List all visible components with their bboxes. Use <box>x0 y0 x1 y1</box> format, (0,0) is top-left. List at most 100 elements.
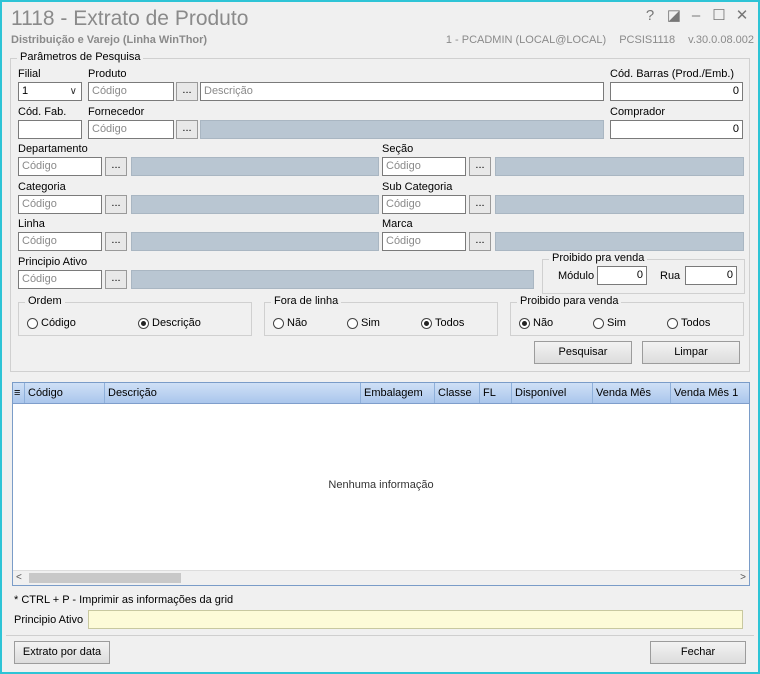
filial-select[interactable]: 1 ∨ <box>18 82 82 101</box>
linha-search-button[interactable]: ... <box>105 232 127 251</box>
column-header-codigo[interactable]: Código <box>25 383 105 403</box>
sub-categoria-search-button[interactable]: ... <box>469 195 491 214</box>
radio-circle-selected <box>519 317 530 329</box>
fornecedor-label: Fornecedor <box>88 106 145 118</box>
radio-circle-selected <box>421 317 432 329</box>
grid-empty-message: Nenhuma informação <box>328 479 434 491</box>
radio-circle <box>273 317 284 329</box>
column-header-classe[interactable]: Classe <box>435 383 480 403</box>
comprador-label: Comprador <box>610 106 666 118</box>
produto-search-button[interactable]: ... <box>176 82 198 101</box>
proibido-sim-label: Sim <box>607 317 626 329</box>
column-header-venda-mes-1[interactable]: Venda Mês 1 <box>671 383 749 403</box>
minimize-icon[interactable]: – <box>686 6 706 26</box>
proibido-sim-radio[interactable]: Sim <box>593 317 626 329</box>
proibido-todos-radio[interactable]: Todos <box>667 317 710 329</box>
limpar-button[interactable]: Limpar <box>642 341 740 364</box>
app-window: 1118 - Extrato de Produto Distribuição e… <box>0 0 760 674</box>
scroll-right-icon[interactable]: > <box>740 571 746 585</box>
modulo-label: Módulo <box>558 270 595 282</box>
principio-ativo-search-button[interactable]: ... <box>105 270 127 289</box>
secao-desc-field <box>495 157 744 176</box>
linha-code-input[interactable]: Código <box>18 232 102 251</box>
proibido-para-venda-title: Proibido para venda <box>517 295 622 307</box>
departamento-label: Departamento <box>18 143 88 155</box>
print-hint: * CTRL + P - Imprimir as informações da … <box>14 594 234 606</box>
principio-ativo-code-input[interactable]: Código <box>18 270 102 289</box>
produto-code-input[interactable]: Código <box>88 82 174 101</box>
marca-desc-field <box>495 232 744 251</box>
produto-label: Produto <box>88 68 127 80</box>
categoria-desc-field <box>131 195 379 214</box>
proibido-nao-radio[interactable]: Não <box>519 317 553 329</box>
ordem-descricao-label: Descrição <box>152 317 201 329</box>
produto-desc-input[interactable]: Descrição <box>200 82 604 101</box>
scrollbar-thumb[interactable] <box>29 573 181 583</box>
principio-ativo-label: Principio Ativo <box>18 256 88 268</box>
ordem-descricao-radio[interactable]: Descrição <box>138 317 201 329</box>
linha-label: Linha <box>18 218 45 230</box>
title-bar: 1118 - Extrato de Produto Distribuição e… <box>2 2 758 50</box>
principio-ativo-footer-field <box>88 610 743 629</box>
chevron-down-icon: ∨ <box>69 86 77 97</box>
fora-de-linha-sim-radio[interactable]: Sim <box>347 317 380 329</box>
footer-divider <box>6 635 754 636</box>
column-header-venda-mes[interactable]: Venda Mês <box>593 383 671 403</box>
principio-ativo-footer-label: Principio Ativo <box>14 614 84 626</box>
cod-fab-input[interactable] <box>18 120 82 139</box>
results-grid[interactable]: ≡ Código Descrição Embalagem Classe FL D… <box>12 382 750 586</box>
fornecedor-search-button[interactable]: ... <box>176 120 198 139</box>
ordem-codigo-radio[interactable]: Código <box>27 317 76 329</box>
module-info: PCSIS1118 <box>619 34 676 46</box>
fora-de-linha-todos-label: Todos <box>435 317 465 329</box>
radio-circle <box>593 317 604 329</box>
column-header-descricao[interactable]: Descrição <box>105 383 361 403</box>
marca-search-button[interactable]: ... <box>469 232 491 251</box>
params-group-title: Parâmetros de Pesquisa <box>17 51 144 63</box>
column-chooser-icon[interactable]: ≡ <box>13 383 25 403</box>
proibido-todos-label: Todos <box>681 317 711 329</box>
departamento-code-input[interactable]: Código <box>18 157 102 176</box>
radio-circle <box>667 317 678 329</box>
sub-categoria-desc-field <box>495 195 744 214</box>
fechar-button[interactable]: Fechar <box>650 641 746 664</box>
fora-de-linha-nao-label: Não <box>287 317 308 329</box>
proibido-pra-venda-title: Proibido pra venda <box>549 252 648 264</box>
extrato-por-data-button[interactable]: Extrato por data <box>14 641 110 664</box>
scroll-left-icon[interactable]: < <box>16 571 22 585</box>
column-header-embalagem[interactable]: Embalagem <box>361 383 435 403</box>
user-info: 1 - PCADMIN (LOCAL@LOCAL) <box>445 34 607 46</box>
categoria-code-input[interactable]: Código <box>18 195 102 214</box>
filial-label: Filial <box>18 68 41 80</box>
column-header-disponivel[interactable]: Disponível <box>512 383 593 403</box>
modulo-input[interactable]: 0 <box>597 266 647 285</box>
proibido-nao-label: Não <box>533 317 554 329</box>
version-info: v.30.0.08.002 <box>688 34 754 46</box>
filial-value: 1 <box>22 85 29 97</box>
sub-categoria-label: Sub Categoria <box>382 181 453 193</box>
radio-circle <box>27 317 38 329</box>
departamento-search-button[interactable]: ... <box>105 157 127 176</box>
fora-de-linha-todos-radio[interactable]: Todos <box>421 317 464 329</box>
secao-search-button[interactable]: ... <box>469 157 491 176</box>
horizontal-scrollbar[interactable]: < > <box>13 570 749 585</box>
secao-label: Seção <box>382 143 414 155</box>
window-title: 1118 - Extrato de Produto <box>11 7 249 30</box>
close-icon[interactable]: ✕ <box>732 6 752 26</box>
rua-input[interactable]: 0 <box>685 266 737 285</box>
restore-icon[interactable]: ◪ <box>664 6 684 26</box>
fornecedor-code-input[interactable]: Código <box>88 120 174 139</box>
sub-categoria-code-input[interactable]: Código <box>382 195 466 214</box>
column-header-fl[interactable]: FL <box>480 383 512 403</box>
cod-barras-input[interactable]: 0 <box>610 82 743 101</box>
categoria-search-button[interactable]: ... <box>105 195 127 214</box>
fora-de-linha-nao-radio[interactable]: Não <box>273 317 307 329</box>
marca-code-input[interactable]: Código <box>382 232 466 251</box>
comprador-input[interactable]: 0 <box>610 120 743 139</box>
pesquisar-button[interactable]: Pesquisar <box>534 341 632 364</box>
help-icon[interactable]: ? <box>640 6 660 26</box>
secao-code-input[interactable]: Código <box>382 157 466 176</box>
maximize-icon[interactable]: ☐ <box>709 6 729 26</box>
fornecedor-desc-field <box>200 120 604 139</box>
window-subtitle: Distribuição e Varejo (Linha WinThor) <box>11 34 208 46</box>
